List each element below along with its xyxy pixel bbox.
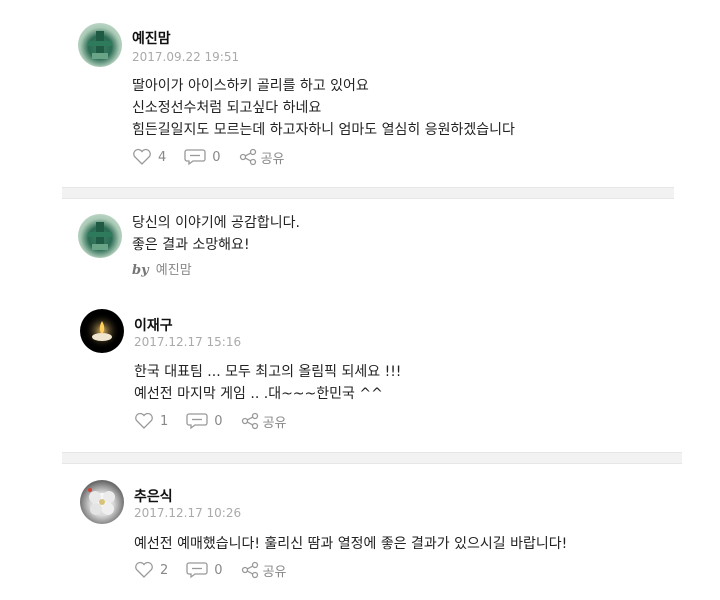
comment-bubble-icon [186, 413, 208, 430]
comment-date: 2017.09.22 19:51 [132, 50, 240, 64]
comment-text: 딸아이가 아이스하키 골리를 하고 있어요 신소정선수처럼 되고싶다 하네요 힘… [132, 75, 515, 141]
author-reply-card: 당신의 이야기에 공감합니다. 좋은 결과 소망해요! by 예진맘 [62, 199, 674, 291]
like-count: 1 [160, 413, 169, 429]
comment-text: 예선전 예매했습니다! 훌리신 땀과 열정에 좋은 결과가 있으시길 바랍니다! [134, 533, 567, 555]
author-name[interactable]: 예진맘 [132, 28, 171, 48]
by-author[interactable]: 예진맘 [156, 263, 192, 278]
reply-button[interactable]: 0 [184, 148, 221, 166]
by-label: by [132, 263, 149, 278]
share-button[interactable]: 공유 [241, 561, 287, 580]
comment-card: 예진맘 2017.09.22 19:51 딸아이가 아이스하키 골리를 하고 있… [62, 10, 674, 188]
share-label: 공유 [260, 151, 285, 167]
author-name[interactable]: 이재구 [134, 315, 173, 335]
share-button[interactable]: 공유 [239, 148, 285, 167]
reply-count: 0 [214, 562, 223, 578]
comment-date: 2017.12.17 10:26 [134, 506, 242, 520]
share-icon [239, 148, 256, 166]
comment-actions: 2 0 공유 [134, 560, 286, 580]
comment-line: 신소정선수처럼 되고싶다 하네요 [132, 100, 322, 116]
share-label: 공유 [262, 564, 287, 580]
heart-icon [135, 561, 153, 578]
avatar[interactable] [78, 214, 122, 258]
share-icon [241, 561, 258, 579]
reply-count: 0 [212, 149, 221, 165]
reply-count: 0 [214, 413, 223, 429]
avatar[interactable] [80, 480, 124, 524]
heart-icon [135, 412, 153, 429]
reply-byline: by 예진맘 [132, 259, 192, 278]
like-button[interactable]: 1 [134, 412, 168, 430]
comment-card: 이재구 2017.12.17 15:16 한국 대표팀 ... 모두 최고의 올… [62, 296, 682, 452]
reply-button[interactable]: 0 [186, 412, 223, 430]
author-name[interactable]: 추은식 [134, 486, 173, 506]
share-icon [241, 412, 258, 430]
separator [62, 187, 674, 199]
reply-line: 당신의 이야기에 공감합니다. [132, 215, 300, 231]
separator [62, 452, 682, 464]
share-label: 공유 [262, 415, 287, 431]
comment-bubble-icon [184, 149, 206, 166]
avatar[interactable] [80, 309, 124, 353]
comment-card: 추은식 2017.12.17 10:26 예선전 예매했습니다! 훌리신 땀과 … [62, 464, 682, 594]
share-button[interactable]: 공유 [241, 412, 287, 431]
reply-line: 좋은 결과 소망해요! [132, 237, 250, 253]
comment-actions: 4 0 공유 [132, 147, 284, 167]
comment-actions: 1 0 공유 [134, 411, 286, 431]
heart-icon [133, 148, 151, 165]
like-count: 2 [160, 562, 169, 578]
comment-date: 2017.12.17 15:16 [134, 335, 242, 349]
comment-bubble-icon [186, 562, 208, 579]
comment-text: 한국 대표팀 ... 모두 최고의 올림픽 되세요 !!! 예선전 마지막 게임… [134, 361, 401, 405]
comment-line: 딸아이가 아이스하키 골리를 하고 있어요 [132, 78, 369, 94]
like-button[interactable]: 4 [132, 148, 166, 166]
like-button[interactable]: 2 [134, 561, 168, 579]
reply-button[interactable]: 0 [186, 561, 223, 579]
comment-line: 예선전 마지막 게임 .. .대~~~한민국 ^^ [134, 386, 383, 402]
like-count: 4 [158, 149, 167, 165]
comment-line: 힘든길일지도 모르는데 하고자하니 엄마도 열심히 응원하겠습니다 [132, 122, 515, 138]
comment-line: 예선전 예매했습니다! 훌리신 땀과 열정에 좋은 결과가 있으시길 바랍니다! [134, 536, 568, 552]
avatar[interactable] [78, 23, 122, 67]
reply-text: 당신의 이야기에 공감합니다. 좋은 결과 소망해요! [132, 212, 300, 256]
comment-line: 한국 대표팀 ... 모두 최고의 올림픽 되세요 !!! [134, 364, 402, 380]
